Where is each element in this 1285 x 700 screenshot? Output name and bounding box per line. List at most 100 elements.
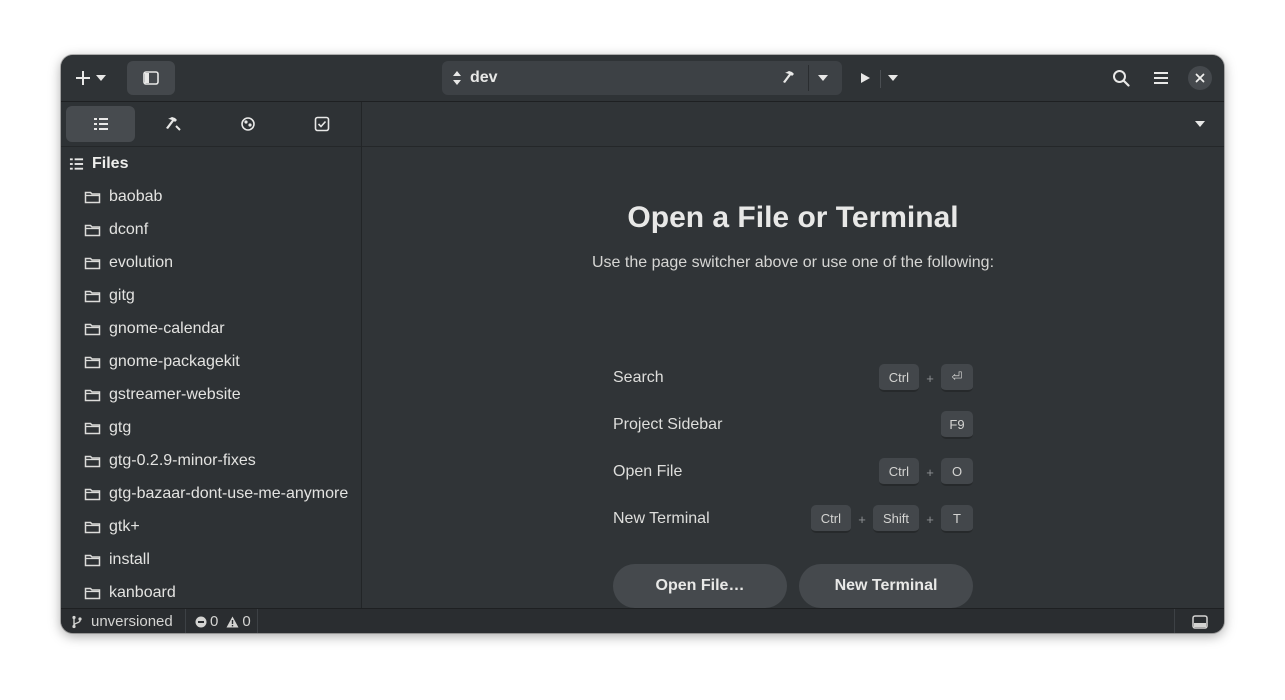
keycap: Ctrl — [810, 505, 851, 533]
key-plus: + — [926, 464, 934, 480]
vcs-branch-label: unversioned — [91, 613, 173, 630]
shortcut-keys: Ctrl + Shift + T — [810, 503, 973, 535]
list-item[interactable]: gnome-packagekit — [61, 345, 361, 378]
statusbar: unversioned 0 0 — [61, 608, 1224, 633]
folder-icon — [84, 323, 101, 335]
keycap: Ctrl — [878, 364, 919, 392]
folder-name: gnome-packagekit — [109, 352, 240, 370]
empty-state-subtitle: Use the page switcher above or use one o… — [591, 254, 995, 271]
add-menu-button[interactable] — [69, 61, 113, 95]
folder-icon — [84, 554, 101, 566]
keycap: Shift — [872, 505, 919, 533]
list-item[interactable]: gitg — [61, 279, 361, 312]
files-section-title: Files — [92, 155, 129, 172]
list-item[interactable]: gtg-0.2.9-minor-fixes — [61, 444, 361, 477]
keycap: ⏎ — [941, 364, 973, 392]
hamburger-menu-icon — [1154, 72, 1168, 84]
tab-build[interactable] — [139, 106, 208, 142]
chevron-down-icon — [888, 75, 898, 81]
folder-icon — [84, 422, 101, 434]
folder-name: gtg-bazaar-dont-use-me-anymore — [109, 484, 349, 502]
folder-name: gtk+ — [109, 517, 140, 535]
close-icon — [1195, 73, 1205, 83]
project-sidebar: Files baobab dconf evolution gitg gnome-… — [61, 102, 362, 608]
folder-icon — [84, 455, 101, 467]
list-icon — [69, 158, 84, 170]
folder-icon — [84, 191, 101, 203]
checkbox-icon — [314, 116, 329, 132]
folder-name: gtg-0.2.9-minor-fixes — [109, 451, 256, 469]
play-icon — [861, 73, 870, 83]
list-item[interactable]: gtk+ — [61, 510, 361, 543]
run-button[interactable] — [851, 63, 879, 93]
project-name: dev — [470, 69, 498, 86]
list-item[interactable]: gtg-bazaar-dont-use-me-anymore — [61, 477, 361, 510]
statusbar-divider — [185, 609, 186, 633]
shortcut-open-file: Open File Ctrl + O — [613, 456, 973, 488]
shortcut-new-terminal: New Terminal Ctrl + Shift + T — [613, 503, 973, 535]
tab-files[interactable] — [66, 106, 135, 142]
chevron-down-icon — [96, 75, 106, 81]
folder-name: gnome-calendar — [109, 319, 225, 337]
toggle-panel-button[interactable] — [1192, 609, 1208, 633]
hammer-icon[interactable] — [782, 69, 800, 87]
list-item[interactable]: gstreamer-website — [61, 378, 361, 411]
folder-icon — [84, 290, 101, 302]
warning-count: 0 — [242, 613, 251, 630]
shortcut-project-sidebar: Project Sidebar F9 — [613, 409, 973, 441]
bottom-panel-icon — [1192, 614, 1208, 629]
new-terminal-button[interactable]: New Terminal — [799, 564, 973, 608]
warning-icon — [226, 616, 239, 627]
vcs-status[interactable]: unversioned — [71, 609, 173, 633]
omnibar[interactable]: dev — [442, 61, 842, 95]
page-switcher-bar — [362, 102, 1224, 147]
list-item[interactable]: evolution — [61, 246, 361, 279]
open-file-button[interactable]: Open File… — [613, 564, 787, 608]
tab-todo[interactable] — [287, 106, 356, 142]
editor-area: Open a File or Terminal Use the page swi… — [362, 102, 1224, 608]
folder-icon — [84, 257, 101, 269]
error-count: 0 — [210, 613, 219, 630]
list-item[interactable]: gnome-calendar — [61, 312, 361, 345]
headerbar: dev — [61, 55, 1224, 102]
sidebar-toggle-icon — [143, 71, 159, 85]
folder-icon — [84, 587, 101, 599]
plus-icon — [76, 71, 90, 85]
files-section-header: Files — [69, 154, 128, 174]
list-item[interactable]: dconf — [61, 213, 361, 246]
list-item[interactable]: kanboard — [61, 576, 361, 609]
folder-name: baobab — [109, 187, 163, 205]
folder-icon — [84, 488, 101, 500]
tab-vcs[interactable] — [213, 106, 282, 142]
search-button[interactable] — [1103, 61, 1139, 95]
shortcut-keys: Ctrl + O — [878, 456, 973, 488]
run-separator — [880, 70, 881, 88]
shortcut-label: Project Sidebar — [613, 416, 723, 433]
omnibar-separator — [808, 65, 809, 91]
chevron-down-icon[interactable] — [817, 73, 829, 83]
chevron-down-icon — [1195, 121, 1205, 127]
statusbar-divider — [1174, 609, 1175, 633]
folder-name: kanboard — [109, 583, 176, 601]
keycap: Ctrl — [878, 458, 919, 486]
list-item[interactable]: baobab — [61, 180, 361, 213]
folder-icon — [84, 389, 101, 401]
key-plus: + — [858, 511, 866, 527]
keycap: F9 — [941, 411, 973, 439]
page-switcher-button[interactable] — [1186, 110, 1214, 138]
folder-name: gtg — [109, 418, 132, 436]
folder-icon — [84, 224, 101, 236]
sidebar-tabs — [61, 102, 361, 147]
run-options-button[interactable] — [883, 63, 903, 93]
shortcut-label: Open File — [613, 463, 683, 480]
folder-name: gitg — [109, 286, 135, 304]
diagnostics-status[interactable]: 0 0 — [195, 609, 251, 633]
keycap: O — [941, 458, 973, 486]
main-menu-button[interactable] — [1143, 61, 1179, 95]
close-button[interactable] — [1188, 66, 1212, 90]
list-item[interactable]: gtg — [61, 411, 361, 444]
sidebar-toggle-button[interactable] — [127, 61, 175, 95]
git-icon — [240, 117, 255, 131]
list-item[interactable]: install — [61, 543, 361, 576]
shortcut-label: New Terminal — [613, 510, 710, 527]
